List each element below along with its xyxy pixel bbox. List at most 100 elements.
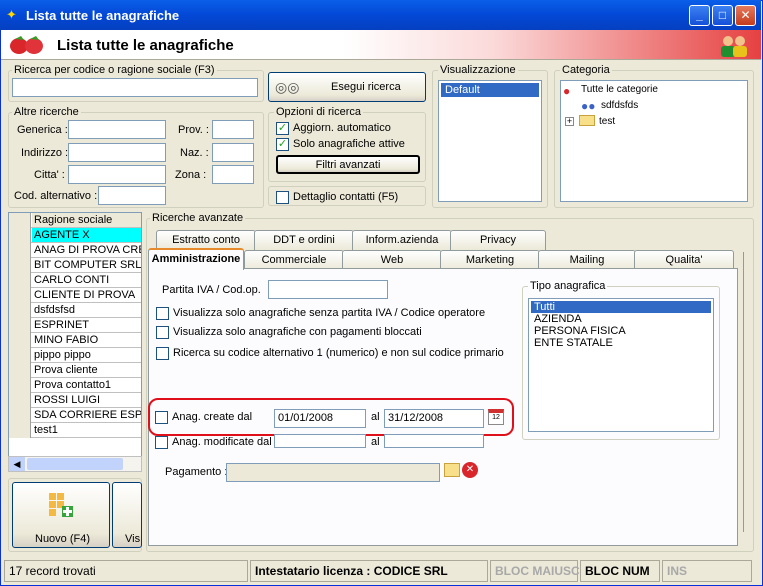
column-header-ragione-sociale[interactable]: Ragione sociale [32,213,141,227]
table-row[interactable]: pippo pippo [9,348,141,363]
prov-label: Prov. : [178,124,209,136]
advanced-filters-button[interactable]: Filtri avanzati [276,155,420,174]
alt-code-label: Cod. alternativo : [14,190,98,202]
prov-input[interactable] [212,120,254,139]
new-button[interactable]: Nuovo (F4) [12,482,110,548]
table-row[interactable]: AGENTE X [9,228,141,243]
tab-commerciale[interactable]: Commerciale [244,250,344,270]
row-indicator[interactable] [9,348,31,363]
modified-to-input[interactable] [384,434,484,448]
table-row[interactable]: test1 [9,423,141,438]
tab-privacy[interactable]: Privacy [450,230,546,250]
scroll-thumb[interactable] [27,458,123,470]
zone-input[interactable] [212,165,254,184]
horizontal-scrollbar[interactable]: ◀ [8,456,142,472]
row-indicator[interactable] [9,243,31,258]
close-button[interactable]: ✕ [735,5,756,26]
no-vat-checkbox[interactable] [156,307,169,320]
active-only-checkbox[interactable]: ✓ [276,138,289,151]
expand-icon[interactable]: + [565,117,574,126]
row-indicator[interactable] [9,288,31,303]
created-checkbox[interactable] [155,411,168,424]
maximize-button[interactable]: □ [712,5,733,26]
view-item-default[interactable]: Default [441,83,539,97]
search-group-label: Ricerca per codice o ragione sociale (F3… [12,64,217,76]
tab-mailing[interactable]: Mailing [538,250,636,270]
tab-inform-azienda[interactable]: Inform.azienda [352,230,452,250]
tab-marketing[interactable]: Marketing [440,250,540,270]
modified-from-input[interactable] [274,434,366,448]
address-input[interactable] [68,143,166,162]
tab-estratto-conto[interactable]: Estratto conto [156,230,256,250]
tab-web[interactable]: Web [342,250,442,270]
row-indicator[interactable] [9,273,31,288]
auto-update-checkbox[interactable]: ✓ [276,122,289,135]
row-indicator[interactable] [9,423,31,438]
status-insert: INS [662,560,752,582]
generic-input[interactable] [68,120,166,139]
table-row[interactable]: SDA CORRIERE ESPF [9,408,142,423]
table-row[interactable]: CARLO CONTI [9,273,141,288]
tab-amministrazione[interactable]: Amministrazione [148,248,244,270]
scroll-left-icon[interactable]: ◀ [9,457,25,471]
category-tree[interactable]: ● Tutte le categorie ●● sdfdsfds + test [560,80,748,202]
type-item-azienda[interactable]: AZIENDA [531,313,711,325]
alt-code-input[interactable] [98,186,166,205]
category-item-test[interactable]: test [599,116,615,127]
table-row[interactable]: Prova contatto1 [9,378,141,393]
row-indicator[interactable] [9,393,31,408]
country-input[interactable] [212,143,254,162]
clear-icon[interactable]: ✕ [462,462,478,478]
table-cell: SDA CORRIERE ESPF [34,409,142,421]
active-only-label: Solo anagrafiche attive [293,138,405,150]
row-indicator[interactable] [9,408,31,423]
minimize-button[interactable]: _ [689,5,710,26]
payment-label: Pagamento : [165,466,228,478]
type-item-persona-fisica[interactable]: PERSONA FISICA [531,325,711,337]
view-list[interactable]: Default [438,80,542,202]
view-button[interactable]: Vis [112,482,142,548]
search-button[interactable]: ◎◎ Esegui ricerca [268,72,426,102]
payment-input[interactable] [226,463,440,482]
type-list[interactable]: Tutti AZIENDA PERSONA FISICA ENTE STATAL… [528,298,714,432]
alt-code-search-checkbox[interactable] [156,347,169,360]
vat-input[interactable] [268,280,388,299]
blocked-payments-label: Visualizza solo anagrafiche con pagament… [173,326,422,338]
table-row[interactable]: ESPRINET [9,318,141,333]
binoculars-icon: ◎◎ [275,79,300,95]
row-indicator[interactable] [9,318,31,333]
row-indicator[interactable] [9,333,31,348]
created-from-input[interactable]: 01/01/2008 [274,409,366,428]
row-indicator[interactable] [9,363,31,378]
created-to-input[interactable]: 31/12/2008 [384,409,484,428]
table-row[interactable]: ANAG DI PROVA CRE [9,243,141,258]
table-row[interactable]: BIT COMPUTER SRL [9,258,141,273]
type-item-tutti[interactable]: Tutti [531,301,711,313]
title-bar[interactable]: ✦ Lista tutte le anagrafiche _ □ ✕ [0,0,761,30]
type-item-ente-statale[interactable]: ENTE STATALE [531,337,711,349]
category-item-all[interactable]: Tutte le categorie [581,84,658,95]
table-row[interactable]: Prova cliente [9,363,141,378]
row-indicator[interactable] [9,228,31,243]
blocked-payments-checkbox[interactable] [156,326,169,339]
open-folder-icon[interactable] [444,463,460,477]
row-indicator[interactable] [9,378,31,393]
search-input[interactable] [12,78,258,97]
search-button-label: Esegui ricerca [331,81,401,93]
category-item-sdfdsfds[interactable]: sdfdsfds [601,100,638,111]
strawberry-icon [9,35,45,55]
table-row[interactable]: MINO FABIO [9,333,141,348]
table-row[interactable]: dsfdsfsd [9,303,141,318]
records-grid[interactable]: Ragione sociale AGENTE X ANAG DI PROVA CR… [8,212,142,472]
tab-ddt-ordini[interactable]: DDT e ordini [254,230,354,250]
row-indicator[interactable] [9,258,31,273]
calendar-icon[interactable]: 12 [488,409,504,425]
table-row[interactable]: ROSSI LUIGI [9,393,141,408]
row-indicator[interactable] [9,303,31,318]
contact-detail-checkbox[interactable] [276,191,289,204]
modified-checkbox[interactable] [155,436,168,449]
tab-qualita[interactable]: Qualita' [634,250,734,270]
table-row[interactable]: CLIENTE DI PROVA [9,288,141,303]
city-input[interactable] [68,165,166,184]
category-label: Categoria [560,64,612,76]
